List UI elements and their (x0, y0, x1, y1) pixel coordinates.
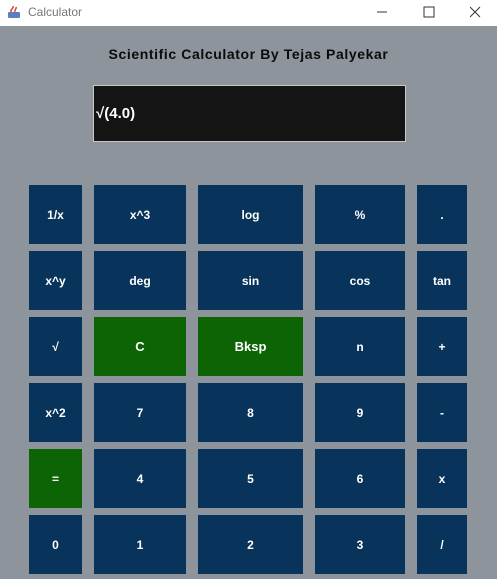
page-title: Scientific Calculator By Tejas Palyekar (108, 46, 389, 62)
equals-button[interactable]: = (29, 449, 82, 508)
sin-button[interactable]: sin (198, 251, 303, 310)
digit-3-button[interactable]: 3 (315, 515, 405, 574)
digit-1-button[interactable]: 1 (94, 515, 186, 574)
digit-2-button[interactable]: 2 (198, 515, 303, 574)
cos-button[interactable]: cos (315, 251, 405, 310)
decimal-point-button[interactable]: . (417, 185, 467, 244)
window-title: Calculator (28, 5, 83, 19)
n-button[interactable]: n (315, 317, 405, 376)
digit-0-button[interactable]: 0 (29, 515, 82, 574)
digit-5-button[interactable]: 5 (198, 449, 303, 508)
minimize-button[interactable] (359, 0, 405, 24)
calculator-display[interactable]: √(4.0) (93, 85, 406, 142)
maximize-icon (423, 6, 435, 18)
multiply-button[interactable]: x (417, 449, 467, 508)
digit-4-button[interactable]: 4 (94, 449, 186, 508)
square-root-button[interactable]: √ (29, 317, 82, 376)
maximize-button[interactable] (406, 0, 452, 24)
backspace-button[interactable]: Bksp (198, 317, 303, 376)
square-button[interactable]: x^2 (29, 383, 82, 442)
close-icon (469, 6, 481, 18)
digit-7-button[interactable]: 7 (94, 383, 186, 442)
cube-button[interactable]: x^3 (94, 185, 186, 244)
digit-8-button[interactable]: 8 (198, 383, 303, 442)
reciprocal-button[interactable]: 1/x (29, 185, 82, 244)
minimize-icon (377, 11, 387, 13)
log-button[interactable]: log (198, 185, 303, 244)
divide-button[interactable]: / (417, 515, 467, 574)
clear-button[interactable]: C (94, 317, 186, 376)
digit-6-button[interactable]: 6 (315, 449, 405, 508)
digit-9-button[interactable]: 9 (315, 383, 405, 442)
minus-button[interactable]: - (417, 383, 467, 442)
tan-button[interactable]: tan (417, 251, 467, 310)
percent-button[interactable]: % (315, 185, 405, 244)
close-button[interactable] (452, 0, 497, 24)
degree-button[interactable]: deg (94, 251, 186, 310)
plus-button[interactable]: + (417, 317, 467, 376)
power-button[interactable]: x^y (29, 251, 82, 310)
java-app-icon (6, 4, 22, 20)
title-bar: Calculator (0, 0, 497, 26)
